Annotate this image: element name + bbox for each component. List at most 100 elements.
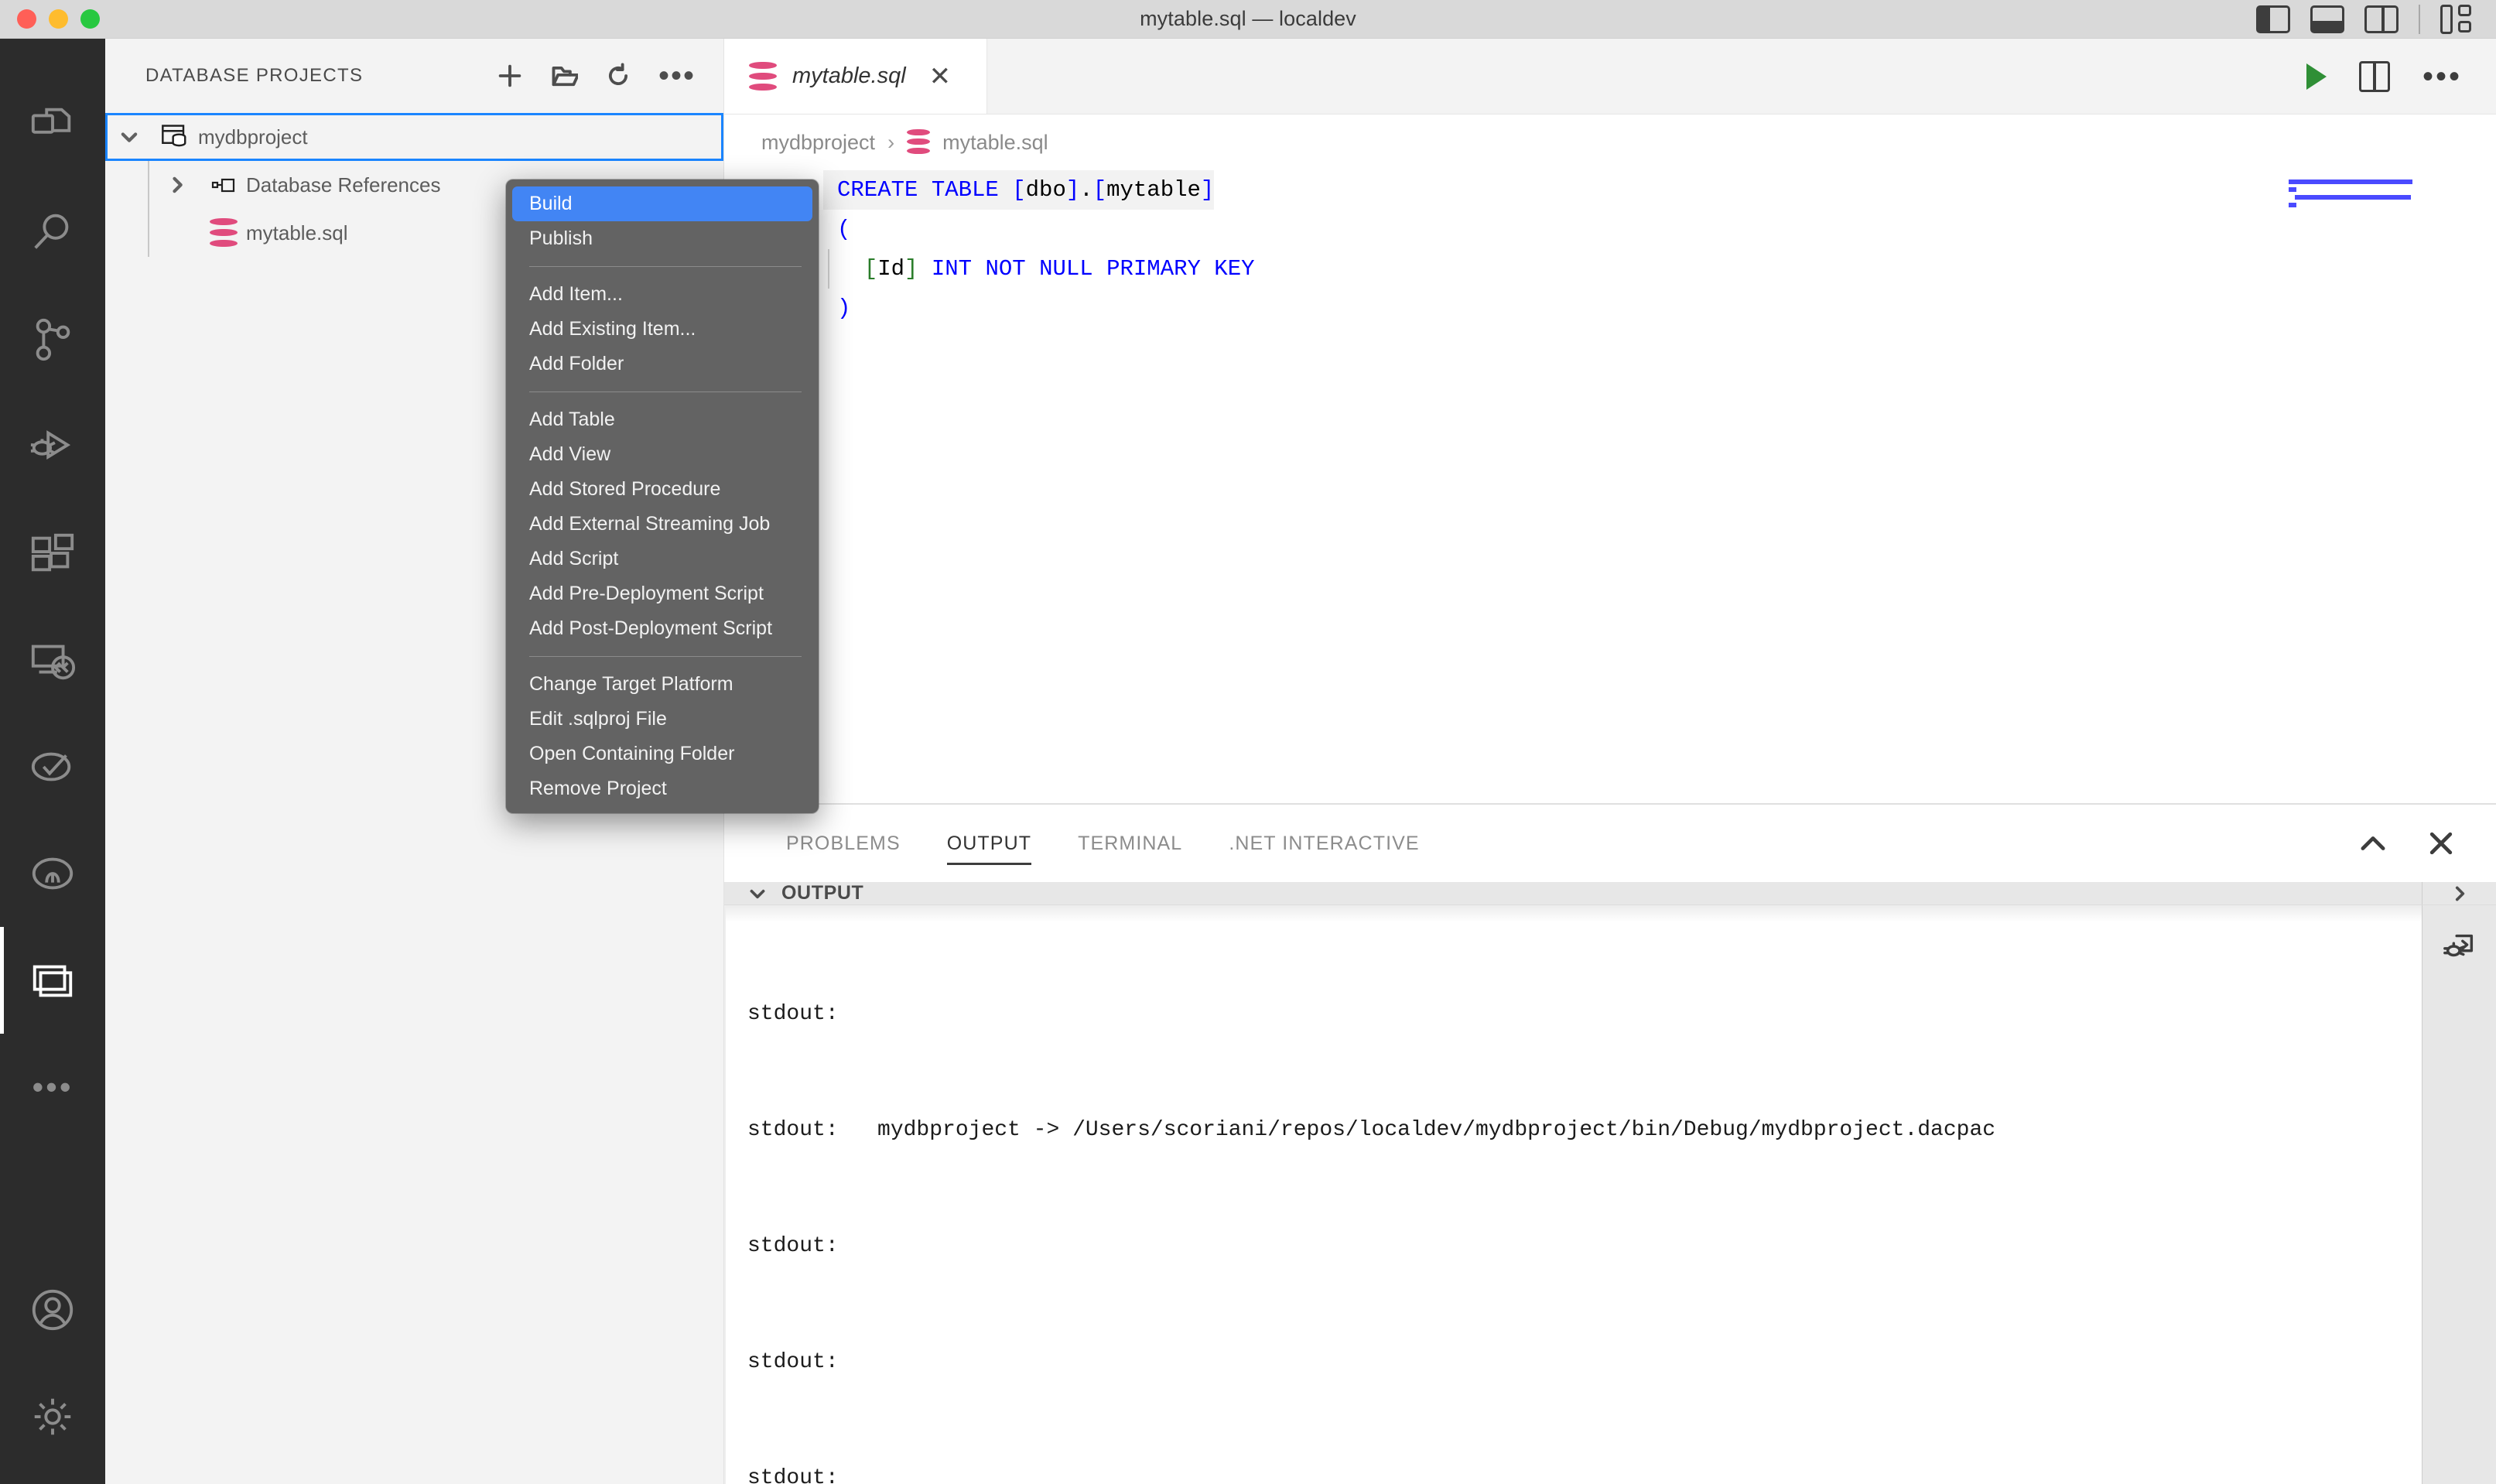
editor-tab-bar: mytable.sql ✕ ••• — [724, 39, 2496, 115]
activity-item-run-and-debug[interactable] — [0, 393, 105, 500]
context-menu-item-open-containing-folder[interactable]: Open Containing Folder — [506, 737, 819, 771]
chevron-down-icon[interactable] — [105, 126, 153, 148]
context-menu-item-add-external-streaming-job[interactable]: Add External Streaming Job — [506, 507, 819, 542]
code-text: CREATE TABLE [dbo].[mytable] — [823, 170, 1215, 210]
chevron-right-icon[interactable] — [153, 174, 201, 196]
ellipsis-icon: ••• — [32, 1068, 74, 1105]
editor-minimap[interactable] — [2289, 180, 2482, 210]
tab-problems[interactable]: PROBLEMS — [763, 805, 924, 882]
close-icon[interactable] — [2425, 827, 2457, 860]
editor-tab-label: mytable.sql — [792, 63, 906, 88]
sidebar-action-bar: ••• — [496, 60, 696, 91]
activity-item-azure[interactable] — [0, 713, 105, 820]
activity-item-more-views[interactable]: ••• — [0, 1034, 105, 1140]
references-icon — [201, 171, 246, 199]
tab-output[interactable]: OUTPUT — [924, 805, 1055, 882]
context-menu-item-add-script[interactable]: Add Script — [506, 542, 819, 576]
editor-area: mytable.sql ✕ ••• mydbproject › mytable.… — [724, 39, 2496, 1484]
panel-tab-bar: PROBLEMS OUTPUT TERMINAL .NET INTERACTIV… — [724, 805, 2496, 882]
toggle-primary-sidebar-icon[interactable] — [2256, 5, 2290, 33]
sidebar-title: DATABASE PROJECTS — [145, 65, 364, 86]
output-gutter — [724, 905, 726, 1484]
context-menu-item-add-folder[interactable]: Add Folder — [506, 347, 819, 381]
activity-item-explorer[interactable] — [0, 73, 105, 180]
code-content: 1 CREATE TABLE [dbo].[mytable] 2 ( 3 [Id… — [724, 170, 2496, 368]
editor-action-bar: ••• — [2306, 39, 2496, 114]
bottom-panel: PROBLEMS OUTPUT TERMINAL .NET INTERACTIV… — [724, 803, 2496, 1484]
activity-item-remote-explorer[interactable] — [0, 607, 105, 713]
activity-bar-bottom — [0, 1257, 105, 1484]
ellipsis-icon[interactable]: ••• — [658, 60, 696, 91]
context-menu-item-remove-project[interactable]: Remove Project — [506, 771, 819, 806]
layout-controls — [2256, 4, 2496, 34]
close-window-button[interactable] — [17, 9, 36, 29]
tree-item-mydbproject[interactable]: mydbproject — [105, 113, 723, 161]
editor-tab-mytable-sql[interactable]: mytable.sql ✕ — [724, 39, 987, 114]
ellipsis-icon[interactable]: ••• — [2422, 61, 2462, 92]
code-line: 2 ( — [724, 210, 2496, 249]
plus-icon[interactable] — [496, 62, 524, 90]
expand-output-button[interactable] — [2422, 882, 2496, 904]
activity-item-search[interactable] — [0, 180, 105, 286]
chevron-down-icon[interactable] — [747, 884, 768, 904]
output-line: stdout: — [747, 1466, 839, 1484]
activity-item-database-projects[interactable] — [0, 927, 105, 1034]
customize-layout-icon[interactable] — [2440, 4, 2471, 34]
toggle-panel-icon[interactable] — [2310, 5, 2344, 33]
refresh-icon[interactable] — [604, 62, 632, 90]
title-bar: mytable.sql — localdev — [0, 0, 2496, 39]
code-line: 3 [Id] INT NOT NULL PRIMARY KEY — [724, 249, 2496, 289]
panel-action-bar — [2357, 827, 2496, 860]
database-projects-sidebar: DATABASE PROJECTS ••• mydbproject Databa… — [105, 39, 819, 1484]
play-icon[interactable] — [2306, 63, 2327, 90]
context-menu-item-add-post-deployment-script[interactable]: Add Post-Deployment Script — [506, 611, 819, 646]
activity-item-source-control[interactable] — [0, 286, 105, 393]
maximize-window-button[interactable] — [80, 9, 100, 29]
output-section-header[interactable]: OUTPUT — [724, 882, 2496, 905]
code-text: ) — [837, 296, 851, 321]
activity-item-accounts[interactable] — [0, 1257, 105, 1363]
breadcrumb-item-project[interactable]: mydbproject — [761, 131, 875, 155]
split-editor-icon[interactable] — [2358, 60, 2390, 92]
minimize-window-button[interactable] — [49, 9, 68, 29]
tree-item-label: mytable.sql — [246, 221, 348, 244]
database-project-icon — [153, 121, 198, 152]
context-menu-item-add-table[interactable]: Add Table — [506, 402, 819, 437]
context-menu-item-publish[interactable]: Publish — [506, 221, 819, 256]
output-section-title: OUTPUT — [781, 882, 864, 904]
project-context-menu: Build Publish Add Item... Add Existing I… — [506, 180, 819, 813]
window-body: ••• DATABASE PROJECTS ••• mydbproject Da… — [0, 39, 2496, 1484]
context-menu-item-build[interactable]: Build — [512, 186, 812, 221]
activity-item-github[interactable] — [0, 820, 105, 927]
sql-file-icon — [749, 61, 777, 92]
debug-console-icon[interactable] — [2442, 928, 2477, 964]
context-menu-separator — [529, 656, 802, 657]
code-text: [Id] INT NOT NULL PRIMARY KEY — [823, 249, 1255, 289]
context-menu-item-change-target-platform[interactable]: Change Target Platform — [506, 667, 819, 702]
chevron-up-icon[interactable] — [2357, 827, 2389, 860]
context-menu-item-add-view[interactable]: Add View — [506, 437, 819, 472]
output-line: stdout: — [747, 1002, 839, 1026]
context-menu-item-add-item[interactable]: Add Item... — [506, 277, 819, 312]
sql-editor[interactable]: 1 CREATE TABLE [dbo].[mytable] 2 ( 3 [Id… — [724, 170, 2496, 803]
close-icon[interactable]: ✕ — [929, 63, 952, 90]
vscode-window: mytable.sql — localdev ••• DATABASE PROJ… — [0, 0, 2496, 1484]
code-line: 1 CREATE TABLE [dbo].[mytable] — [724, 170, 2496, 210]
output-line: stdout: mydbproject -> /Users/scoriani/r… — [747, 1118, 1996, 1142]
tab-dotnet-interactive[interactable]: .NET INTERACTIVE — [1205, 805, 1442, 882]
sql-file-icon — [907, 129, 931, 156]
context-menu-item-edit-sqlproj-file[interactable]: Edit .sqlproj File — [506, 702, 819, 737]
context-menu-item-add-pre-deployment-script[interactable]: Add Pre-Deployment Script — [506, 576, 819, 611]
folder-open-icon[interactable] — [550, 62, 578, 90]
context-menu-item-add-existing-item[interactable]: Add Existing Item... — [506, 312, 819, 347]
output-scroll-area[interactable]: stdout: stdout: mydbproject -> /Users/sc… — [724, 905, 2422, 1484]
activity-item-extensions[interactable] — [0, 500, 105, 607]
toggle-secondary-sidebar-icon[interactable] — [2364, 5, 2399, 33]
tab-terminal[interactable]: TERMINAL — [1055, 805, 1205, 882]
breadcrumb-item-file[interactable]: mytable.sql — [942, 131, 1048, 155]
window-traffic-lights[interactable] — [0, 9, 100, 29]
context-menu-item-add-stored-procedure[interactable]: Add Stored Procedure — [506, 472, 819, 507]
tree-item-label: mydbproject — [198, 125, 308, 149]
activity-item-settings[interactable] — [0, 1363, 105, 1470]
output-text: stdout: stdout: mydbproject -> /Users/sc… — [724, 918, 2422, 1484]
